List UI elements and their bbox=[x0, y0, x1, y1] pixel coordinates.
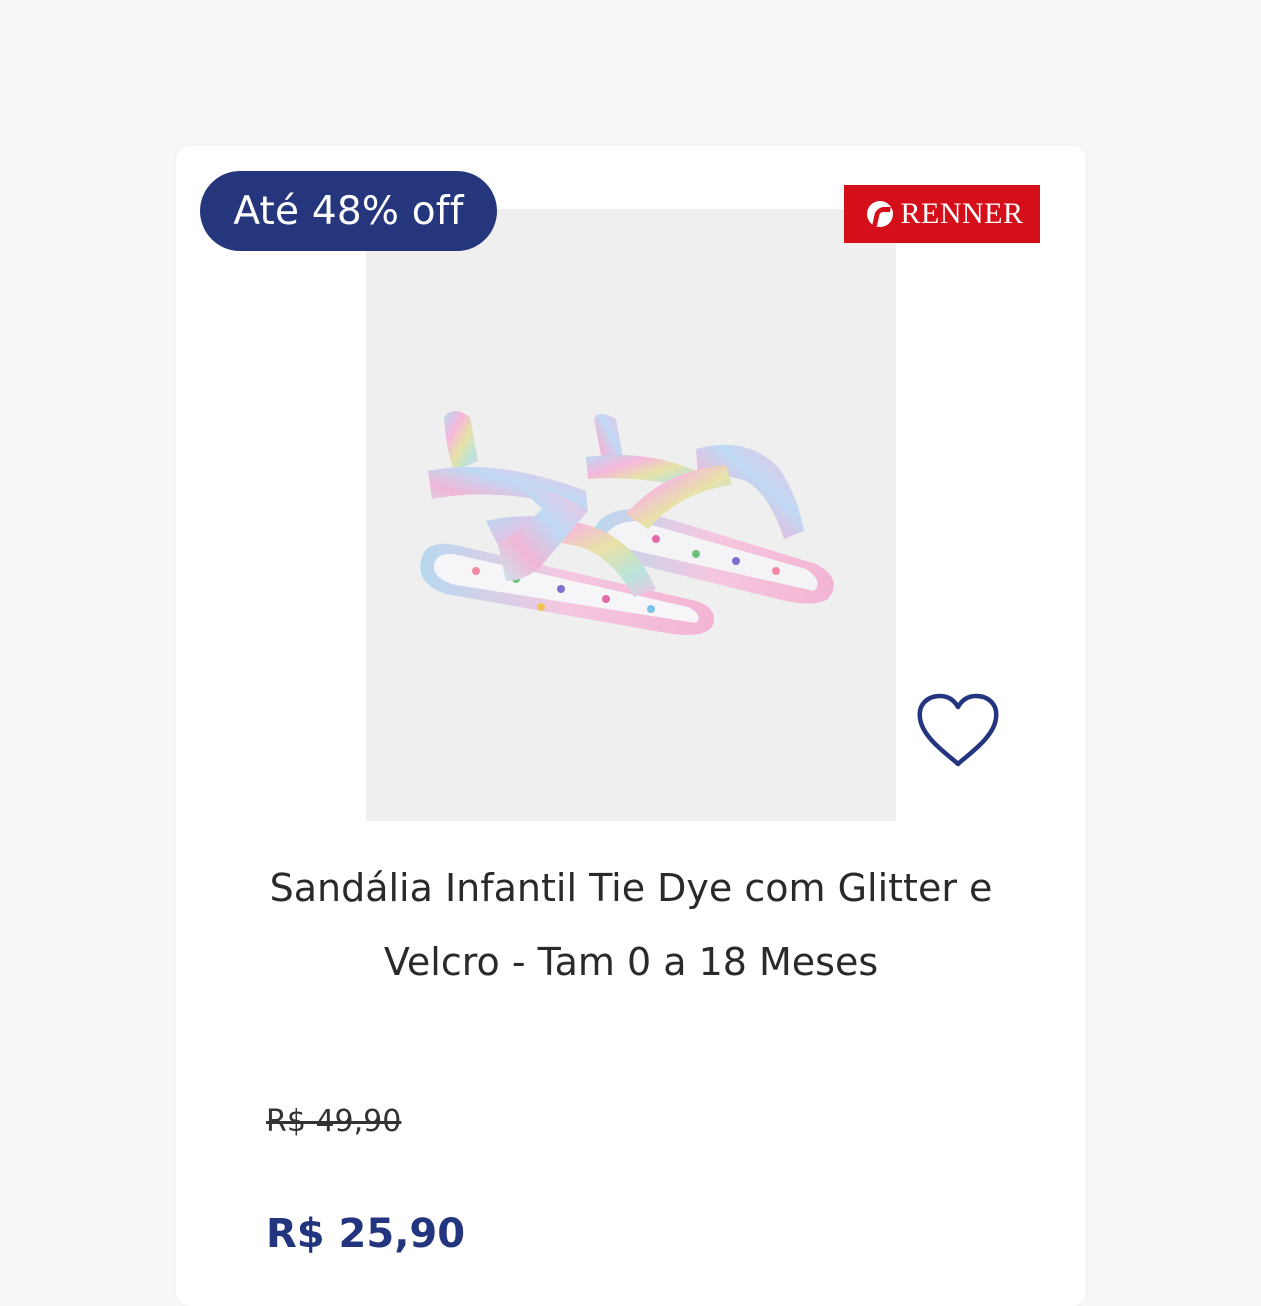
product-title[interactable]: Sandália Infantil Tie Dye com Glitter e … bbox=[216, 851, 1046, 999]
old-price: R$ 49,90 bbox=[266, 1104, 402, 1139]
brand-logo: RENNER bbox=[844, 185, 1040, 243]
favorite-button[interactable] bbox=[914, 692, 1002, 770]
product-card[interactable]: Até 48% off RENNER Sandália Infantil Tie… bbox=[176, 146, 1086, 1306]
current-price: R$ 25,90 bbox=[266, 1211, 466, 1257]
product-image[interactable] bbox=[366, 209, 896, 821]
sandals-illustration bbox=[420, 411, 834, 635]
renner-logo-icon bbox=[866, 201, 893, 227]
discount-badge: Até 48% off bbox=[200, 171, 497, 251]
heart-outline-icon bbox=[917, 693, 999, 767]
discount-badge-text: Até 48% off bbox=[233, 188, 464, 234]
brand-name: RENNER bbox=[900, 197, 1024, 230]
